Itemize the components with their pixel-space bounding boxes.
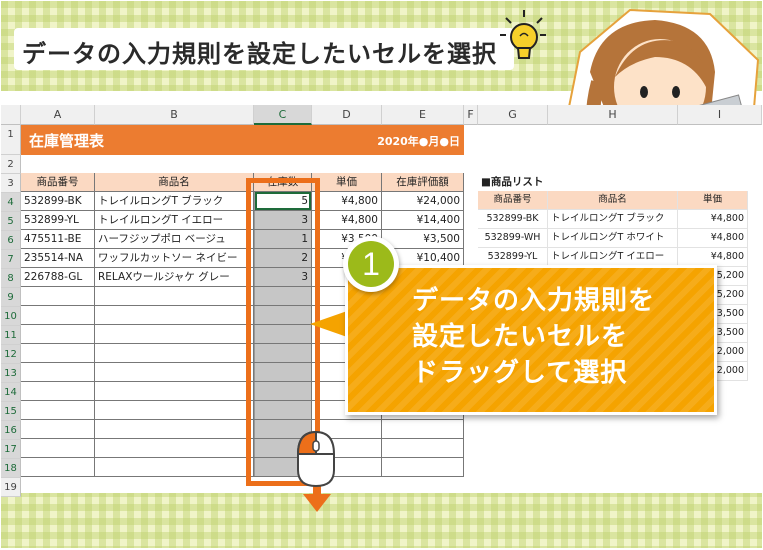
column-header-i[interactable]: I <box>678 105 762 125</box>
callout-text: データの入力規則を 設定したいセルを ドラッグして選択 <box>412 283 712 391</box>
table-cell[interactable] <box>95 439 254 458</box>
column-header-h[interactable]: H <box>548 105 678 125</box>
column-header-b[interactable]: B <box>95 105 254 125</box>
banner-date: 2020年●月●日 <box>377 135 460 148</box>
table-header-cell[interactable]: 商品番号 <box>21 173 95 192</box>
row-header[interactable]: 7 <box>1 250 21 269</box>
row-header[interactable]: 18 <box>1 459 21 478</box>
row-header[interactable]: 19 <box>1 478 21 497</box>
table-cell[interactable]: トレイルロングT イエロー <box>95 211 254 230</box>
table-cell[interactable] <box>382 439 464 458</box>
table-cell[interactable] <box>382 420 464 439</box>
table-cell[interactable]: ¥4,800 <box>312 211 382 230</box>
column-header-g[interactable]: G <box>478 105 548 125</box>
list-cell[interactable]: 532899-BK <box>478 210 548 229</box>
table-cell[interactable] <box>95 325 254 344</box>
list-cell[interactable]: トレイルロングT ホワイト <box>548 229 678 248</box>
mouse-icon <box>296 430 335 488</box>
callout-line: 設定したいセルを <box>412 322 629 352</box>
column-header-c[interactable]: C <box>254 105 312 125</box>
table-cell[interactable] <box>21 363 95 382</box>
step-badge: 1 <box>343 236 399 292</box>
page-title: データの入力規則を設定したいセルを選択 <box>22 40 497 68</box>
column-header-d[interactable]: D <box>312 105 382 125</box>
table-cell[interactable] <box>21 344 95 363</box>
table-cell[interactable]: ハーフジップポロ ベージュ <box>95 230 254 249</box>
row-header[interactable]: 8 <box>1 269 21 288</box>
inventory-banner: 在庫管理表 2020年●月●日 <box>21 125 464 155</box>
table-cell[interactable] <box>95 458 254 477</box>
table-cell[interactable] <box>382 458 464 477</box>
lightbulb-icon <box>500 10 546 59</box>
table-cell[interactable] <box>95 401 254 420</box>
row-header[interactable]: 4 <box>1 193 21 212</box>
row-header[interactable]: 12 <box>1 345 21 364</box>
table-cell[interactable] <box>21 382 95 401</box>
row-header[interactable]: 13 <box>1 364 21 383</box>
drag-arrow-down-icon <box>303 494 331 512</box>
list-cell[interactable]: ¥4,800 <box>678 210 748 229</box>
table-cell[interactable]: トレイルロングT ブラック <box>95 192 254 211</box>
row-header[interactable]: 9 <box>1 288 21 307</box>
table-cell[interactable] <box>21 458 95 477</box>
select-all-corner[interactable] <box>1 105 21 125</box>
table-cell[interactable]: 235514-NA <box>21 249 95 268</box>
table-cell[interactable] <box>21 306 95 325</box>
callout-line: データの入力規則を <box>412 286 656 316</box>
table-cell[interactable]: 475511-BE <box>21 230 95 249</box>
table-cell[interactable]: ¥4,800 <box>312 192 382 211</box>
row-header[interactable]: 16 <box>1 421 21 440</box>
table-header-cell[interactable]: 在庫評価額 <box>382 173 464 192</box>
row-header[interactable]: 6 <box>1 231 21 250</box>
row-header[interactable]: 3 <box>1 174 21 193</box>
callout-pointer <box>310 310 350 338</box>
table-header-cell[interactable]: 商品名 <box>95 173 254 192</box>
table-cell[interactable] <box>95 306 254 325</box>
row-header[interactable]: 1 <box>1 125 21 155</box>
table-cell[interactable] <box>21 325 95 344</box>
table-cell[interactable] <box>95 363 254 382</box>
row-header[interactable]: 14 <box>1 383 21 402</box>
checkered-banner-bottom <box>1 490 762 548</box>
row-header[interactable]: 5 <box>1 212 21 231</box>
list-header-cell[interactable]: 商品名 <box>548 191 678 210</box>
table-cell[interactable]: ¥24,000 <box>382 192 464 211</box>
table-cell[interactable]: ¥3,500 <box>382 230 464 249</box>
column-header-f[interactable]: F <box>464 105 478 125</box>
table-header-cell[interactable]: 単価 <box>312 173 382 192</box>
list-header-cell[interactable]: 単価 <box>678 191 748 210</box>
row-header[interactable]: 11 <box>1 326 21 345</box>
table-cell[interactable] <box>95 382 254 401</box>
table-cell[interactable]: RELAXウールジャケ グレー <box>95 268 254 287</box>
table-cell[interactable] <box>21 287 95 306</box>
table-cell[interactable] <box>95 344 254 363</box>
table-cell[interactable]: 226788-GL <box>21 268 95 287</box>
table-cell[interactable]: ワッフルカットソー ネイビー <box>95 249 254 268</box>
banner-title: 在庫管理表 <box>29 132 105 150</box>
column-header-e[interactable]: E <box>382 105 464 125</box>
column-header-a[interactable]: A <box>21 105 95 125</box>
table-cell[interactable] <box>21 439 95 458</box>
table-cell[interactable] <box>95 287 254 306</box>
list-cell[interactable]: トレイルロングT ブラック <box>548 210 678 229</box>
list-cell[interactable]: ¥4,800 <box>678 229 748 248</box>
table-cell[interactable] <box>95 420 254 439</box>
step-number: 1 <box>348 241 394 287</box>
row-header[interactable]: 2 <box>1 155 21 174</box>
table-cell[interactable]: 532899-BK <box>21 192 95 211</box>
row-header[interactable]: 15 <box>1 402 21 421</box>
list-header-cell[interactable]: 商品番号 <box>478 191 548 210</box>
table-cell[interactable] <box>21 420 95 439</box>
table-cell[interactable] <box>21 401 95 420</box>
table-cell[interactable]: ¥14,400 <box>382 211 464 230</box>
product-list-title: ■商品リスト <box>481 176 544 188</box>
row-header[interactable]: 10 <box>1 307 21 326</box>
row-header[interactable]: 17 <box>1 440 21 459</box>
table-cell[interactable]: 532899-YL <box>21 211 95 230</box>
list-cell[interactable]: 532899-WH <box>478 229 548 248</box>
callout-line: ドラッグして選択 <box>412 358 628 388</box>
